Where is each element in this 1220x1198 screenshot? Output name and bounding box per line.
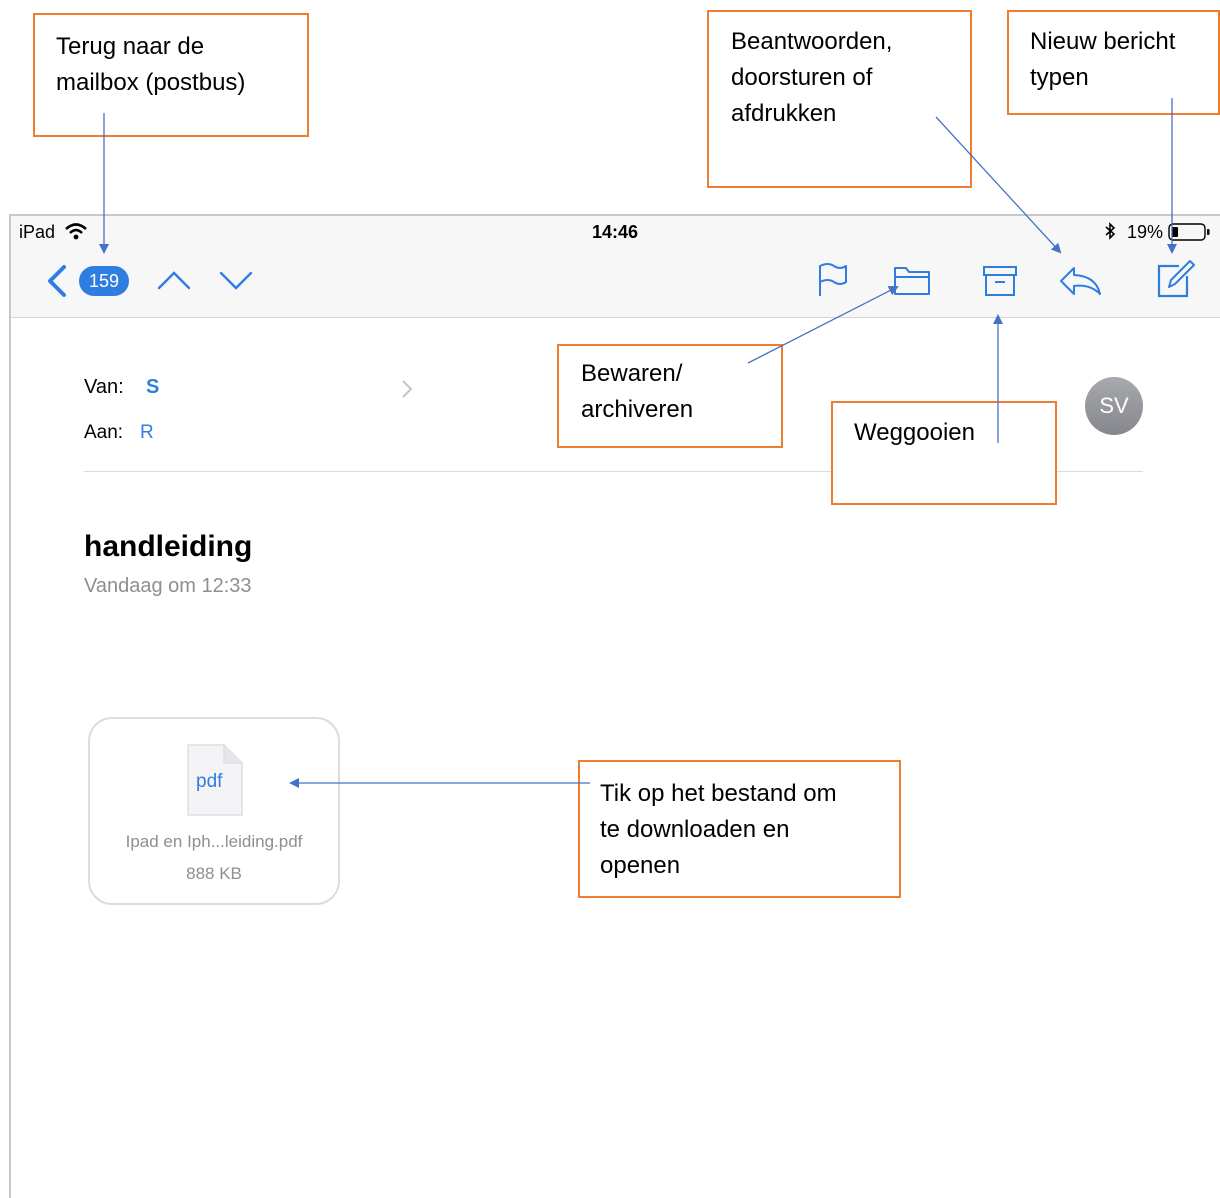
arrow-reply: [935, 116, 1062, 254]
arrow-archive: [747, 286, 899, 364]
annotation-arrows: [99, 98, 1177, 788]
